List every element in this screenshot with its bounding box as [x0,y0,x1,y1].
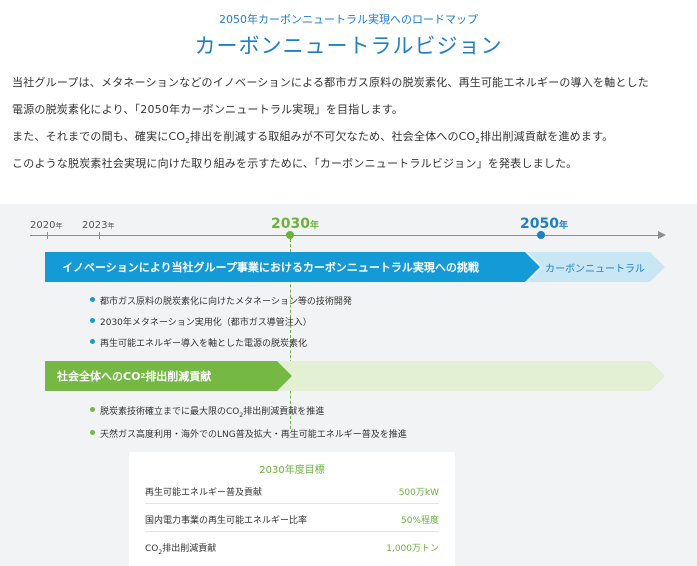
target-row: CO2排出削減貢献 1,000万トン [145,532,439,560]
intro-line-3: また、それまでの間も、確実にCO2排出を削減する取組みが不可欠なため、社会全体へ… [12,130,614,146]
target-label: 国内電力事業の再生可能エネルギー比率 [145,516,308,526]
timeline-axis [30,235,660,236]
bullet-dot-icon [90,429,95,435]
bullet-dot-icon [90,407,95,412]
roadmap-subtitle: 2050年カーボンニュートラル実現へのロードマップ [219,13,478,26]
timeline-arrow-icon [658,231,666,239]
target-row: 再生可能エネルギー普及貢献 500万kW [145,476,439,504]
list-item: 脱炭素技術確立までに最大限のCO2排出削減貢献を推進 [90,404,407,419]
timeline-marker-2030 [286,231,294,239]
targets-2030-card: 2030年度目標 再生可能エネルギー普及貢献 500万kW 国内電力事業の再生可… [129,452,455,566]
list-item: 天然ガス高度利用・海外でのLNG普及拡大・再生可能エネルギー普及を推進 [90,427,407,440]
target-label: 再生可能エネルギー普及貢献 [145,488,263,498]
innovation-band: イノベーションにより当社グループ事業におけるカーボンニュートラル実現への挑戦 カ… [45,252,665,282]
targets-title: 2030年度目標 [259,465,325,476]
target-row: 国内電力事業の再生可能エネルギー比率 50%程度 [145,504,439,532]
bullet-dot-icon [90,318,95,323]
target-value: 50%程度 [400,516,439,526]
target-label: CO2排出削減貢献 [145,544,217,556]
society-bullet-list: 脱炭素技術確立までに最大限のCO2排出削減貢献を推進 天然ガス高度利用・海外での… [90,404,407,448]
year-label-2050: 2050年 [520,216,568,232]
target-value: 500万kW [398,488,439,498]
timeline-marker-2050 [537,231,545,239]
list-item: 2030年メタネーション実用化（都市ガス導管注入） [90,315,352,328]
innovation-band-label: イノベーションにより当社グループ事業におけるカーボンニュートラル実現への挑戦 [62,261,479,274]
year-label-2030: 2030年 [271,216,319,232]
page-title: カーボンニュートラルビジョン [194,34,503,58]
list-item: 都市ガス原料の脱炭素化に向けたメタネーション等の技術開発 [90,294,352,307]
society-band-label: 社会全体へのCO 2 排出削減貢献 [57,370,212,383]
society-continuation-shape [275,361,665,391]
bullet-dot-icon [90,297,95,302]
innovation-bullet-list: 都市ガス原料の脱炭素化に向けたメタネーション等の技術開発 2030年メタネーショ… [90,294,352,357]
timeline-tick-2020 [47,232,48,239]
carbon-neutral-goal-label: カーボンニュートラル [545,263,645,275]
timeline-tick-2023 [99,232,100,239]
society-band: 社会全体へのCO 2 排出削減貢献 [45,361,665,391]
bullet-dot-icon [90,339,95,344]
intro-line-1: 当社グループは、メタネーションなどのイノベーションによる都市ガス原料の脱炭素化、… [12,76,649,89]
year-label-2020: 2020年 [30,220,63,231]
intro-line-2: 電源の脱炭素化により、「2050年カーボンニュートラル実現」を目指します。 [12,103,404,116]
target-value: 1,000万トン [386,544,439,554]
list-item: 再生可能エネルギー導入を軸とした電源の脱炭素化 [90,336,352,349]
intro-line-4: このような脱炭素社会実現に向けた取り組みを示すために、「カーボンニュートラルビジ… [12,157,578,170]
year-label-2023: 2023年 [82,220,115,231]
